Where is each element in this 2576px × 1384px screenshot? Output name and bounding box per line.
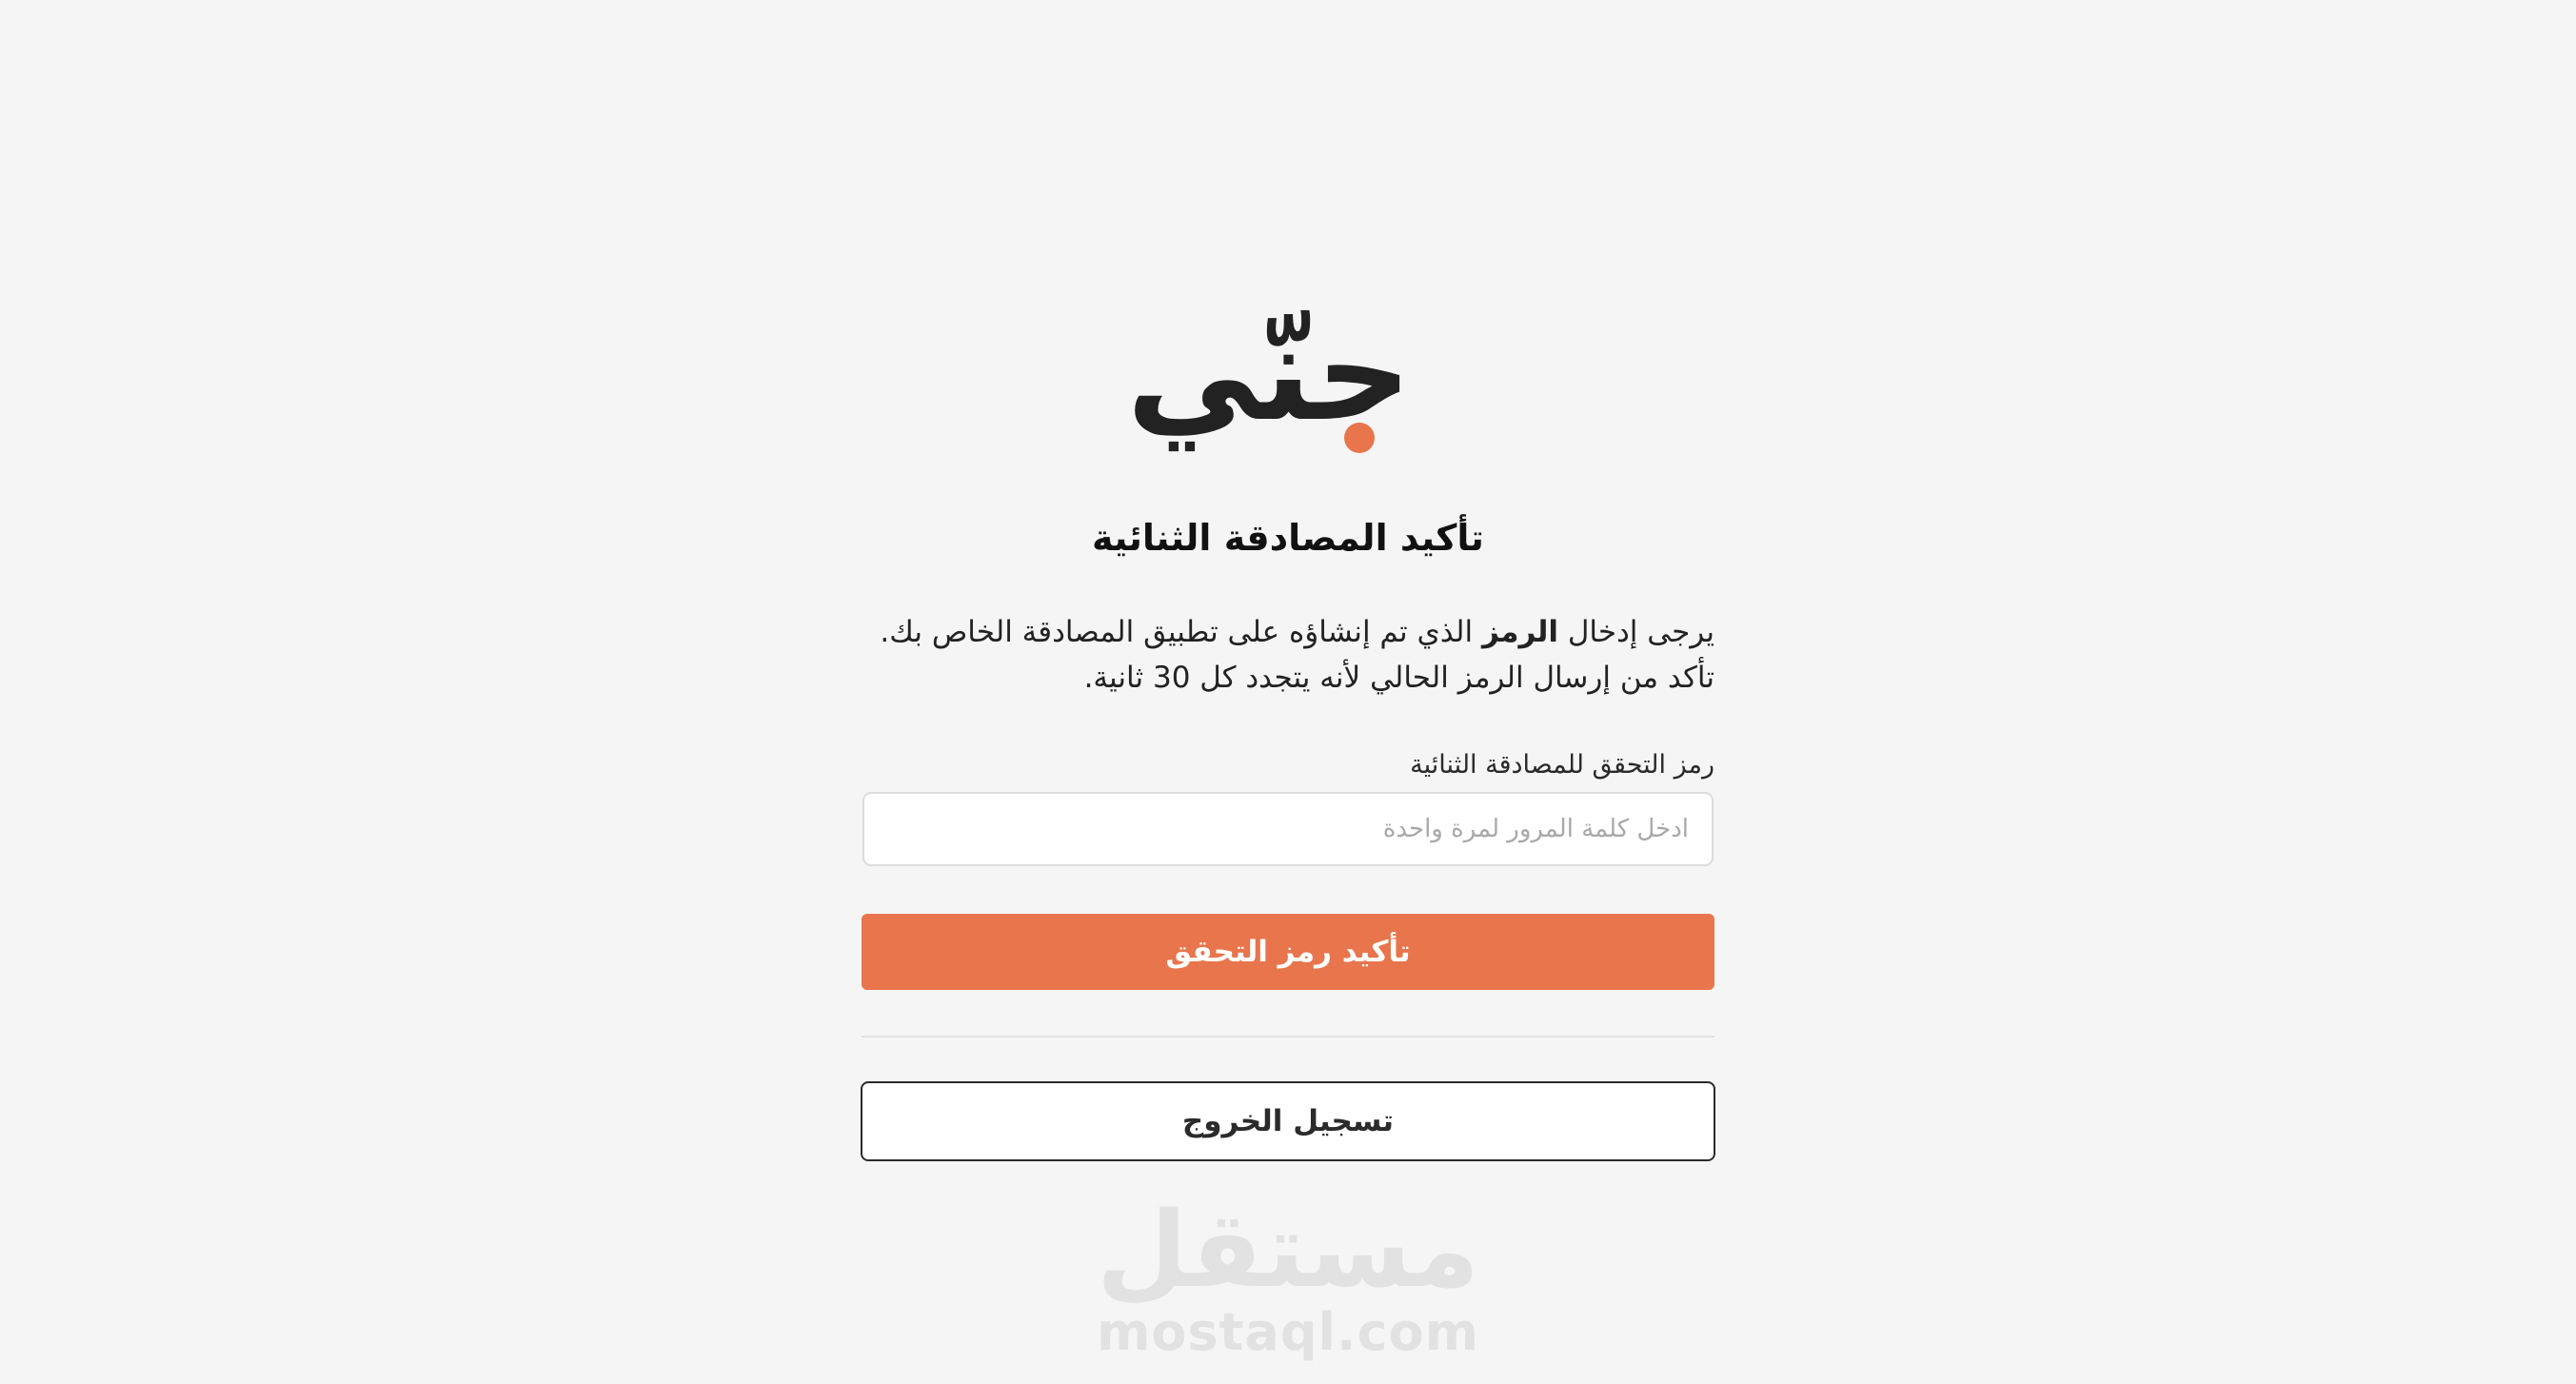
- instructions-line-1-end: الذي تم إنشاؤه على تطبيق المصادقة الخاص …: [880, 615, 1482, 649]
- logout-button[interactable]: تسجيل الخروج: [861, 1081, 1715, 1161]
- verify-code-button[interactable]: تأكيد رمز التحقق: [862, 914, 1714, 990]
- instructions-line-2: تأكد من إرسال الرمز الحالي لأنه يتجدد كل…: [1083, 661, 1714, 695]
- brand-logo-dot: [1344, 423, 1375, 453]
- instructions-line-1: يرجى إدخال الرمز الذي تم إنشاؤه على تطبي…: [862, 609, 1714, 655]
- otp-field-label: رمز التحقق للمصادقة الثنائية: [1410, 750, 1714, 780]
- divider: [862, 1036, 1714, 1038]
- watermark-latin-text: mostaql.com: [1097, 1302, 1479, 1362]
- instructions: يرجى إدخال الرمز الذي تم إنشاؤه على تطبي…: [862, 609, 1714, 701]
- brand-logo: جنّي: [1126, 296, 1414, 469]
- instructions-code-keyword: الرمز: [1481, 615, 1558, 649]
- page-title: تأكيد المصادقة الثنائية: [1092, 517, 1484, 559]
- otp-input[interactable]: [862, 792, 1714, 866]
- instructions-line-1-start: يرجى إدخال: [1558, 615, 1714, 649]
- brand-logo-text: جنّي: [1126, 296, 1414, 451]
- watermark-arabic-text: مستقل: [1096, 1189, 1480, 1311]
- mostaql-watermark: مستقل mostaql.com: [1088, 1197, 1488, 1363]
